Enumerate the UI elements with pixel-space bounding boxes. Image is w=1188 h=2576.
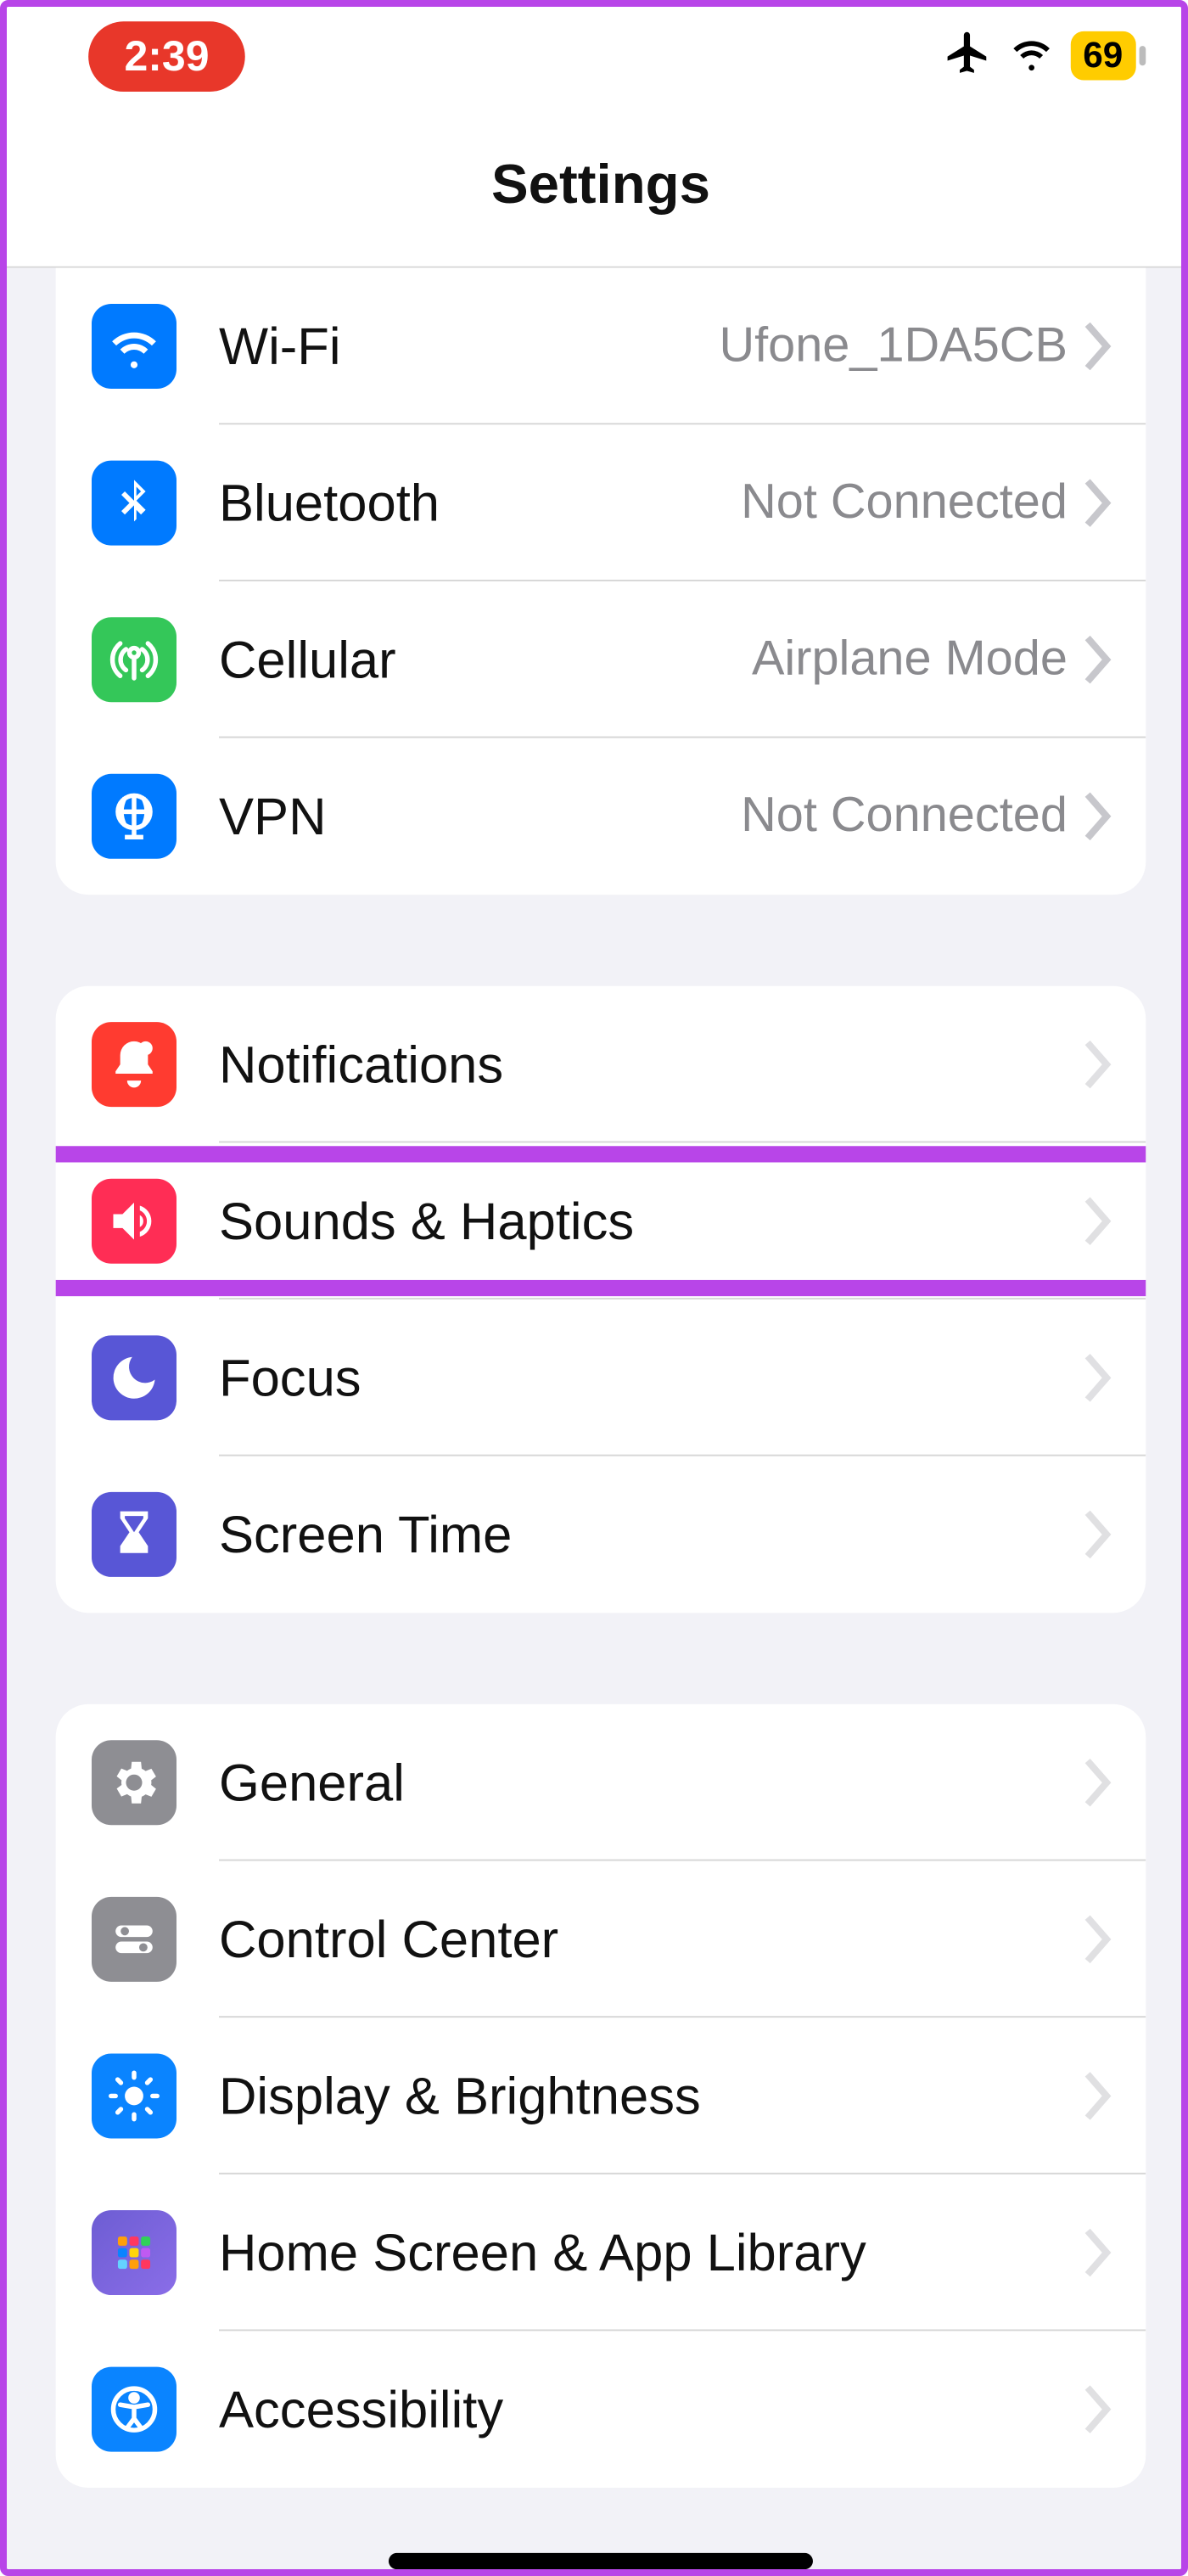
- row-detail: Not Connected: [741, 789, 1068, 844]
- chevron-right-icon: [1084, 479, 1113, 528]
- row-sounds-haptics[interactable]: Sounds & Haptics: [56, 1142, 1146, 1299]
- status-bar: 2:39 69: [7, 7, 1188, 104]
- row-label: Sounds & Haptics: [219, 1191, 634, 1251]
- row-bluetooth[interactable]: Bluetooth Not Connected: [56, 424, 1146, 581]
- chevron-right-icon: [1084, 2228, 1113, 2277]
- row-cellular[interactable]: Cellular Airplane Mode: [56, 581, 1146, 738]
- battery-indicator: 69: [1070, 31, 1146, 81]
- general-icon: [92, 1740, 177, 1825]
- row-detail: Not Connected: [741, 475, 1068, 530]
- notifications-icon: [92, 1022, 177, 1107]
- chevron-right-icon: [1084, 1510, 1113, 1559]
- row-label: Accessibility: [219, 2379, 503, 2439]
- chevron-right-icon: [1084, 1197, 1113, 1246]
- settings-group-alerts: Notifications Sounds & Haptics: [56, 986, 1146, 1613]
- chevron-right-icon: [1084, 1353, 1113, 1402]
- row-wifi[interactable]: Wi-Fi Ufone_1DA5CB: [56, 268, 1146, 425]
- chevron-right-icon: [1084, 2385, 1113, 2434]
- row-label: Wi-Fi: [219, 316, 341, 376]
- row-accessibility[interactable]: Accessibility: [56, 2331, 1146, 2488]
- row-general[interactable]: General: [56, 1704, 1146, 1861]
- row-label: Display & Brightness: [219, 2066, 701, 2126]
- settings-content: Wi-Fi Ufone_1DA5CB Bluetooth Not Connect…: [7, 268, 1188, 2576]
- settings-group-system: General Control Center: [56, 1704, 1146, 2488]
- vpn-icon: [92, 774, 177, 859]
- row-vpn[interactable]: VPN Not Connected: [56, 738, 1146, 895]
- home-screen-icon: [92, 2210, 177, 2295]
- row-home-screen[interactable]: Home Screen & App Library: [56, 2175, 1146, 2332]
- chevron-right-icon: [1084, 792, 1113, 841]
- status-time: 2:39: [124, 31, 209, 80]
- chevron-right-icon: [1084, 322, 1113, 371]
- wifi-status-icon: [1008, 29, 1054, 82]
- row-notifications[interactable]: Notifications: [56, 986, 1146, 1143]
- scroll-indicator: [1182, 284, 1188, 839]
- chevron-right-icon: [1084, 1758, 1113, 1807]
- row-label: Focus: [219, 1348, 361, 1408]
- airplane-icon: [943, 27, 992, 84]
- row-label: Screen Time: [219, 1504, 512, 1564]
- row-label: Control Center: [219, 1909, 558, 1969]
- row-label: Notifications: [219, 1035, 503, 1095]
- display-icon: [92, 2053, 177, 2138]
- row-detail: Airplane Mode: [752, 632, 1068, 687]
- chevron-right-icon: [1084, 1040, 1113, 1089]
- row-display-brightness[interactable]: Display & Brightness: [56, 2018, 1146, 2175]
- sounds-icon: [92, 1179, 177, 1264]
- row-label: VPN: [219, 786, 327, 846]
- focus-icon: [92, 1335, 177, 1420]
- chevron-right-icon: [1084, 2072, 1113, 2121]
- bluetooth-icon: [92, 461, 177, 546]
- cellular-icon: [92, 617, 177, 702]
- control-center-icon: [92, 1897, 177, 1982]
- row-focus[interactable]: Focus: [56, 1299, 1146, 1456]
- settings-group-connectivity: Wi-Fi Ufone_1DA5CB Bluetooth Not Connect…: [56, 268, 1146, 895]
- accessibility-icon: [92, 2367, 177, 2452]
- row-detail: Ufone_1DA5CB: [719, 318, 1068, 373]
- row-control-center[interactable]: Control Center: [56, 1861, 1146, 2018]
- home-indicator: [389, 2553, 813, 2569]
- screen-time-icon: [92, 1492, 177, 1577]
- nav-bar: Settings: [7, 104, 1188, 267]
- page-title: Settings: [491, 154, 710, 217]
- row-screen-time[interactable]: Screen Time: [56, 1456, 1146, 1614]
- row-label: Home Screen & App Library: [219, 2222, 866, 2282]
- row-label: General: [219, 1753, 405, 1813]
- chevron-right-icon: [1084, 635, 1113, 684]
- wifi-icon: [92, 304, 177, 389]
- row-label: Bluetooth: [219, 473, 440, 533]
- row-label: Cellular: [219, 630, 396, 690]
- battery-level: 69: [1083, 35, 1123, 77]
- status-time-pill: 2:39: [88, 20, 245, 91]
- chevron-right-icon: [1084, 1915, 1113, 1964]
